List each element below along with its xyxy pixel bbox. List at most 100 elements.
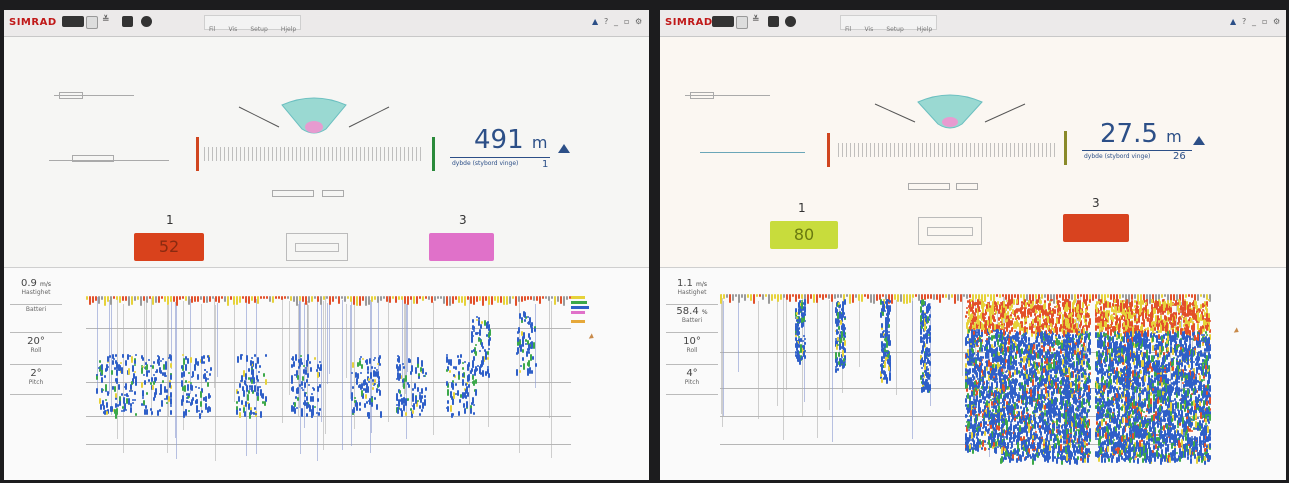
echo-fish — [115, 360, 117, 364]
echo-fish — [257, 357, 259, 364]
echo-fish — [408, 358, 410, 363]
echo-fish — [400, 394, 402, 397]
echogram-plot[interactable] — [720, 294, 1210, 464]
echo-fish — [1005, 352, 1007, 356]
mode-icon[interactable] — [62, 16, 84, 27]
menu-item-file[interactable]: Fil — [205, 24, 219, 35]
echo-fish — [125, 360, 127, 366]
catch-sensor-2-empty[interactable] — [918, 217, 982, 245]
stop-icon[interactable] — [141, 16, 152, 27]
echo-fish — [1014, 425, 1016, 429]
echo-surface — [1077, 294, 1079, 299]
toggle-icon[interactable] — [736, 16, 748, 29]
echo-fish — [1081, 336, 1083, 338]
echo-fish — [889, 372, 891, 376]
echo-fish — [1012, 355, 1014, 359]
echo-fish — [1016, 411, 1018, 414]
menu-item-help[interactable]: Hjelp — [913, 24, 936, 35]
echo-surface — [1041, 294, 1043, 299]
menu-item-file[interactable]: Fil — [841, 24, 855, 35]
echo-surface — [131, 296, 133, 305]
echo-fish — [990, 373, 992, 380]
echo-fish — [1036, 311, 1038, 313]
echo-fish — [518, 327, 520, 333]
screen-right: SIMRAD ≚ Fil Vis Setup Hjelp ▲ ? _ ▫ ⚙ 2… — [660, 10, 1286, 480]
echo-fish — [1035, 454, 1037, 456]
echo-fish — [1059, 365, 1061, 368]
echo-fish — [923, 386, 925, 392]
record-icon[interactable] — [768, 16, 779, 27]
echo-fish — [133, 373, 135, 379]
menu-item-help[interactable]: Hjelp — [277, 24, 300, 35]
menu-item-view[interactable]: Vis — [224, 24, 241, 35]
echo-surface — [864, 294, 866, 297]
help-icon[interactable]: ? — [604, 17, 608, 26]
alert-icon[interactable]: ▲ — [592, 17, 598, 26]
echo-fish — [838, 326, 840, 330]
echo-fish — [487, 368, 489, 374]
echo-fish — [844, 299, 846, 305]
echo-surface — [233, 296, 235, 305]
roll-readout: 10° Roll — [666, 336, 718, 365]
depth-label: dybde (stybord vinge) — [452, 160, 518, 167]
echo-fish — [889, 305, 891, 312]
echo-fish — [1043, 355, 1045, 358]
record-icon[interactable] — [122, 16, 133, 27]
echo-fish — [247, 402, 249, 404]
alert-icon[interactable]: ▲ — [1230, 17, 1236, 26]
echo-fish — [1005, 381, 1007, 384]
echo-fish — [990, 362, 992, 366]
restore-icon[interactable]: ▫ — [624, 17, 629, 26]
catch-sensor-3[interactable] — [429, 233, 494, 261]
echo-fish — [1044, 422, 1046, 425]
echo-fish — [527, 322, 529, 324]
catch-sensor-1[interactable]: 80 — [770, 221, 838, 249]
echo-surface — [365, 296, 367, 306]
echo-fish — [1005, 306, 1007, 311]
echo-fish — [1060, 386, 1062, 388]
menu-item-view[interactable]: Vis — [860, 24, 877, 35]
echo-trace — [234, 305, 235, 402]
echo-surface — [149, 296, 151, 299]
echo-fish — [239, 412, 241, 418]
menu-item-setup[interactable]: Setup — [882, 24, 907, 35]
echo-fish — [425, 387, 427, 391]
echo-trace — [777, 300, 778, 406]
echo-fish — [970, 401, 972, 403]
echo-fish — [1011, 385, 1013, 392]
echo-surface — [122, 296, 124, 301]
echo-fish — [418, 376, 420, 379]
chevrons-down-icon[interactable]: ≚ — [752, 15, 760, 26]
echo-fish — [1001, 442, 1003, 444]
echo-trace — [321, 298, 322, 422]
echo-fish — [246, 385, 248, 392]
echo-fish — [1046, 393, 1048, 398]
catch-sensor-1[interactable]: 52 — [134, 233, 204, 261]
echo-surface — [912, 294, 914, 298]
minimize-icon[interactable]: _ — [1252, 17, 1256, 26]
restore-icon[interactable]: ▫ — [1262, 17, 1267, 26]
echo-fish — [472, 360, 474, 365]
settings-icon[interactable]: ⚙ — [1273, 17, 1280, 26]
echo-fish — [1033, 410, 1035, 413]
minimize-icon[interactable]: _ — [614, 17, 618, 26]
chevrons-down-icon[interactable]: ≚ — [102, 15, 110, 26]
echo-fish — [367, 412, 369, 417]
echo-fish — [1016, 299, 1018, 304]
menu-item-setup[interactable]: Setup — [246, 24, 271, 35]
mode-icon[interactable] — [712, 16, 734, 27]
echo-fish — [396, 378, 398, 380]
echo-fish — [486, 334, 488, 337]
settings-icon[interactable]: ⚙ — [635, 17, 642, 26]
help-icon[interactable]: ? — [1242, 17, 1246, 26]
toggle-icon[interactable] — [86, 16, 98, 29]
echo-fish — [975, 406, 977, 408]
catch-sensor-3[interactable] — [1063, 214, 1129, 242]
echogram-plot[interactable] — [86, 296, 571, 461]
catch-sensor-2-empty[interactable] — [286, 233, 348, 261]
stop-icon[interactable] — [785, 16, 796, 27]
echo-fish — [170, 398, 172, 405]
echo-fish — [1009, 371, 1011, 378]
echo-fish — [928, 305, 930, 307]
echo-fish — [295, 354, 297, 360]
